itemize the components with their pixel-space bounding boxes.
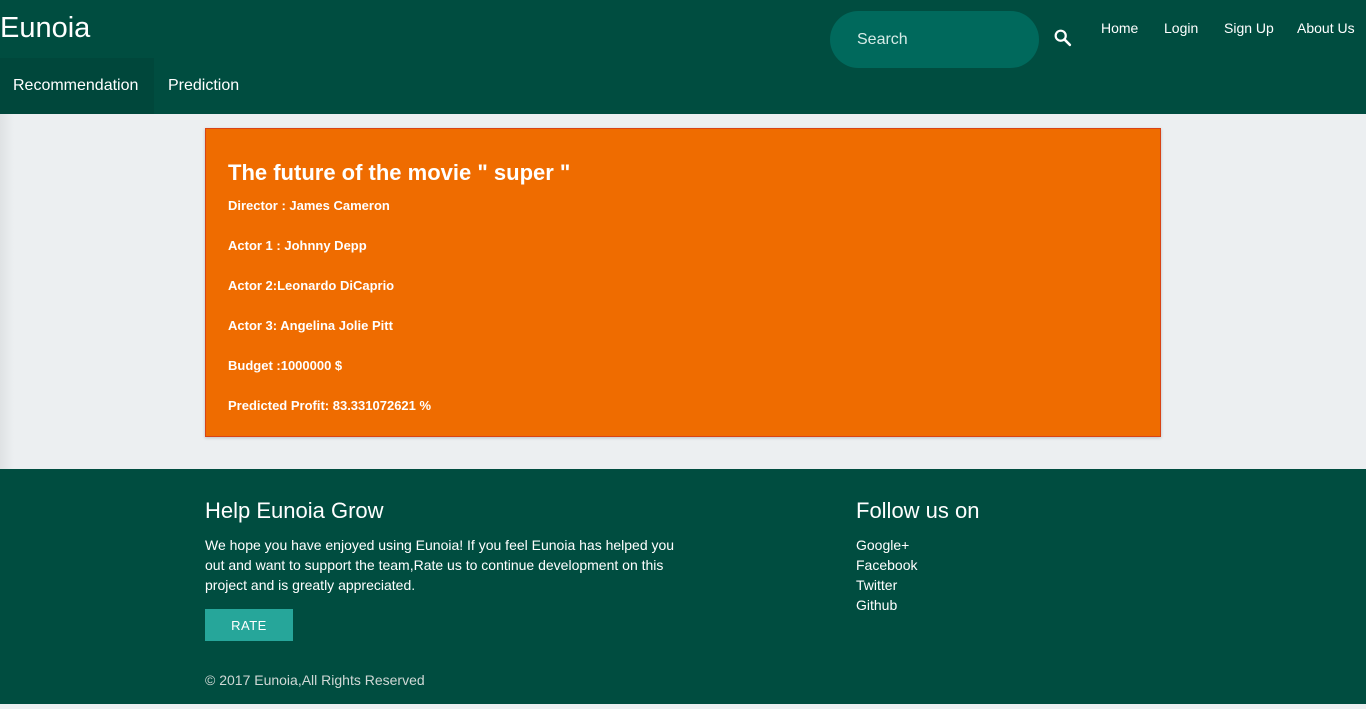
help-title: Help Eunoia Grow xyxy=(205,498,384,523)
actor2-line: Actor 2:Leonardo DiCaprio xyxy=(228,278,395,293)
budget-line: Budget :1000000 $ xyxy=(228,358,343,373)
actor3-line: Actor 3: Angelina Jolie Pitt xyxy=(228,318,393,333)
follow-title: Follow us on xyxy=(856,498,980,523)
footer: Help Eunoia Grow We hope you have enjoye… xyxy=(0,469,1366,704)
brand-logo[interactable]: Eunoia xyxy=(0,10,90,46)
side-shadow xyxy=(0,114,14,469)
rate-button[interactable]: RATE xyxy=(205,609,293,641)
search-icon[interactable] xyxy=(1052,27,1074,49)
prediction-card: The future of the movie " super " Direct… xyxy=(205,128,1161,437)
help-text: We hope you have enjoyed using Eunoia! I… xyxy=(205,537,675,593)
director-line: Director : James Cameron xyxy=(228,198,390,213)
nav-login[interactable]: Login xyxy=(1164,19,1198,37)
link-github[interactable]: Github xyxy=(856,597,897,613)
actor1-line: Actor 1 : Johnny Depp xyxy=(228,238,367,253)
link-twitter[interactable]: Twitter xyxy=(856,577,897,593)
search-input[interactable] xyxy=(830,11,1039,68)
tab-prediction[interactable]: Prediction xyxy=(154,58,264,114)
card-title: The future of the movie " super " xyxy=(228,160,571,185)
header: Eunoia Home Login Sign Up About Us Recom… xyxy=(0,0,1366,114)
follow-links: Google+ Facebook Twitter Github xyxy=(856,535,917,615)
nav-about-us[interactable]: About Us xyxy=(1297,19,1355,37)
link-facebook[interactable]: Facebook xyxy=(856,557,917,573)
copyright: © 2017 Eunoia,All Rights Reserved xyxy=(205,672,425,688)
link-google-plus[interactable]: Google+ xyxy=(856,537,909,553)
predicted-profit-line: Predicted Profit: 83.331072621 % xyxy=(228,398,432,413)
nav-signup[interactable]: Sign Up xyxy=(1224,19,1274,37)
nav-home[interactable]: Home xyxy=(1101,19,1138,37)
tab-recommendation[interactable]: Recommendation xyxy=(0,58,154,114)
